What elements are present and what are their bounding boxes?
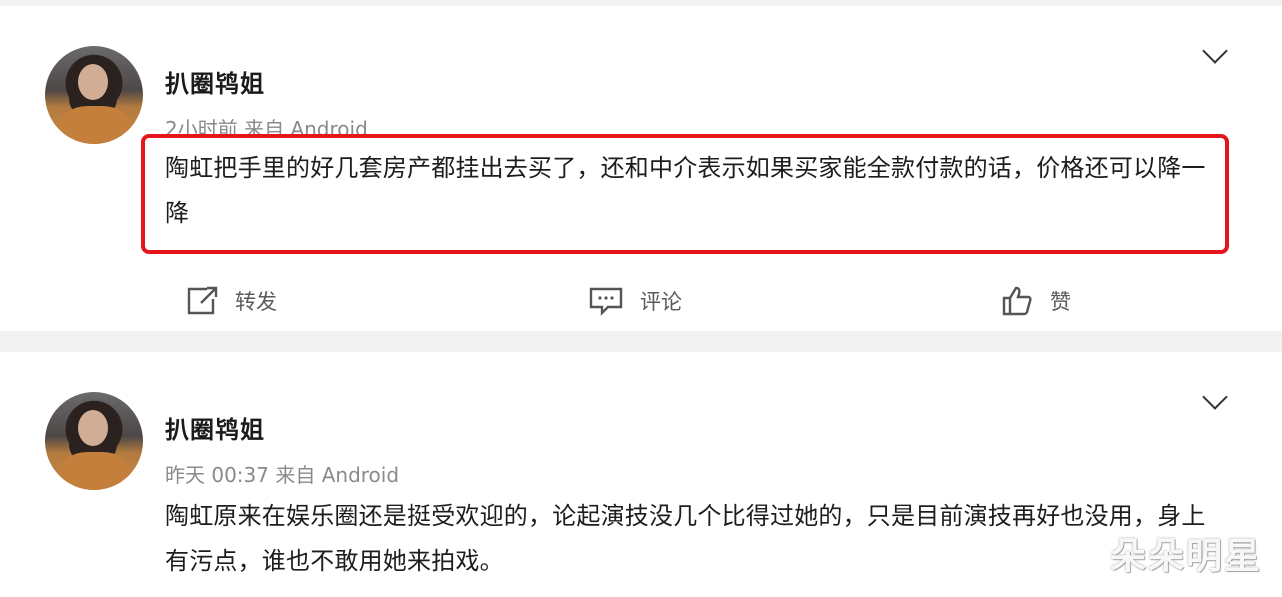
post-text: 陶虹原来在娱乐圈还是挺受欢迎的，论起演技没几个比得过她的，只是目前演技再好也没用…	[165, 502, 1206, 575]
avatar[interactable]	[45, 46, 143, 144]
post-text: 陶虹把手里的好几套房产都挂出去买了，还和中介表示如果买家能全款付款的话，价格还可…	[165, 154, 1206, 227]
chevron-down-icon[interactable]	[1202, 384, 1228, 410]
comment-icon	[588, 285, 624, 317]
username[interactable]: 扒圈鸨姐	[165, 64, 265, 99]
repost-label: 转发	[235, 290, 277, 314]
avatar-body	[59, 452, 131, 490]
avatar-face	[78, 64, 108, 100]
like-button[interactable]: 赞	[1000, 276, 1071, 326]
post-actions: 转发 评论 赞	[0, 276, 1282, 326]
avatar-face	[78, 410, 108, 446]
post-card: 扒圈鸨姐 2小时前 来自 Android 陶虹把手里的好几套房产都挂出去买了，还…	[0, 6, 1282, 331]
like-label: 赞	[1050, 290, 1071, 314]
repost-button[interactable]: 转发	[185, 276, 277, 326]
post-meta: 昨天 00:37 来自 Android	[165, 463, 400, 487]
username[interactable]: 扒圈鸨姐	[165, 410, 265, 445]
avatar-body	[59, 106, 131, 144]
post-meta: 2小时前 来自 Android	[165, 117, 368, 141]
share-icon	[185, 285, 219, 317]
comment-label: 评论	[640, 290, 682, 314]
comment-button[interactable]: 评论	[588, 276, 682, 326]
chevron-down-icon[interactable]	[1202, 38, 1228, 64]
watermark: 朵朵明星	[1109, 536, 1262, 577]
avatar[interactable]	[45, 392, 143, 490]
post-card: 扒圈鸨姐 昨天 00:37 来自 Android 陶虹原来在娱乐圈还是挺受欢迎的…	[0, 352, 1282, 597]
thumbs-up-icon	[1000, 284, 1034, 318]
